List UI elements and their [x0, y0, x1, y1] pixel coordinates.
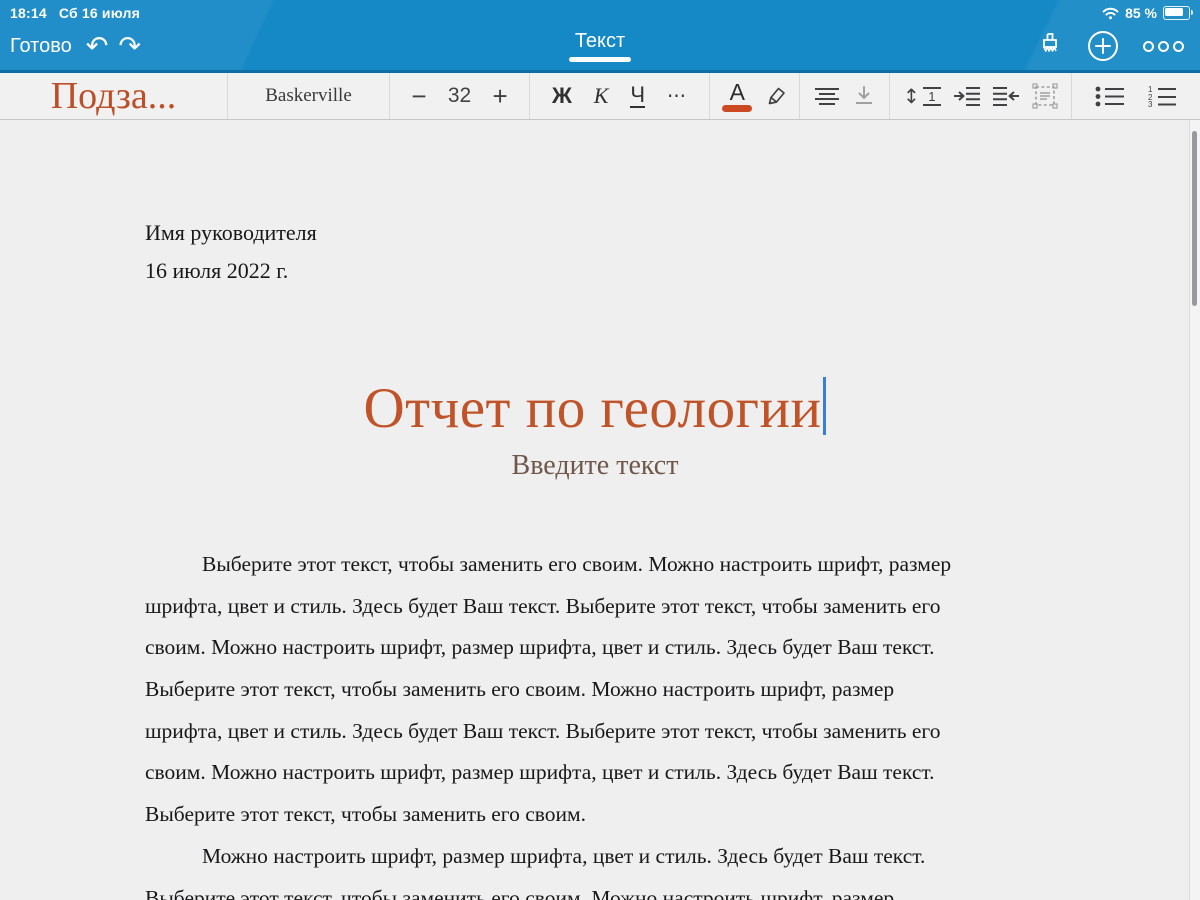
done-button[interactable]: Готово [10, 35, 72, 58]
status-date: Сб 16 июля [59, 5, 140, 21]
body-line: своим. Можно настроить шрифт, размер шри… [145, 627, 1075, 669]
font-size-group: − 32 + [390, 73, 530, 119]
text-color-button[interactable]: A [722, 81, 752, 112]
undo-icon[interactable]: ↶ [86, 33, 109, 60]
body-text[interactable]: Выберите этот текст, чтобы заменить его … [145, 544, 1075, 900]
doc-title[interactable]: Отчет по геологии [364, 377, 822, 440]
more-format-button[interactable]: ⋯ [667, 85, 687, 108]
body-line: Можно настроить шрифт, размер шрифта, цв… [145, 836, 1075, 878]
format-brush-icon[interactable] [1037, 32, 1063, 60]
doc-author-line[interactable]: Имя руководителя [145, 220, 317, 246]
doc-subtitle-placeholder[interactable]: Введите текст [0, 450, 1190, 482]
line-spacing-button[interactable]: ↕ 1 [903, 84, 941, 108]
text-color-swatch [722, 105, 752, 112]
status-right: 85 % [1102, 1, 1190, 21]
paragraph-style-label: Подза... [51, 76, 177, 116]
indent-increase-icon[interactable] [954, 86, 980, 106]
doc-title-row[interactable]: Отчет по геологии [0, 376, 1190, 441]
document-canvas[interactable]: Имя руководителя 16 июля 2022 г. Отчет п… [0, 120, 1200, 900]
body-line: своим. Можно настроить шрифт, размер шри… [145, 752, 1075, 794]
doc-date-line[interactable]: 16 июля 2022 г. [145, 258, 288, 284]
status-time: 18:14 [10, 5, 47, 21]
pages-app-screen: 18:14 Сб 16 июля 85 % Готово [0, 0, 1200, 900]
svg-text:3: 3 [1148, 100, 1153, 107]
battery-icon [1163, 6, 1190, 20]
nav-left: Готово ↶ ↷ [0, 33, 141, 60]
font-size-increase-button[interactable]: + [492, 81, 507, 112]
status-bar: 18:14 Сб 16 июля 85 % [0, 0, 1200, 22]
body-line: шрифта, цвет и стиль. Здесь будет Ваш те… [145, 711, 1075, 753]
status-left: 18:14 Сб 16 июля [10, 1, 140, 21]
nav-right [1037, 22, 1200, 70]
battery-percent: 85 % [1125, 5, 1157, 21]
undo-redo-group: ↶ ↷ [86, 33, 141, 60]
font-size-decrease-button[interactable]: − [411, 81, 426, 112]
body-line: Выберите этот текст, чтобы заменить его … [145, 878, 1075, 900]
font-button[interactable]: Baskerville [228, 73, 390, 119]
vertical-align-button[interactable] [854, 86, 874, 106]
list-group: 1 2 3 [1072, 73, 1200, 119]
body-line: Выберите этот текст, чтобы заменить его … [145, 669, 1075, 711]
body-line: Выберите этот текст, чтобы заменить его … [145, 544, 1075, 586]
more-options-icon[interactable] [1143, 41, 1184, 52]
body-line: шрифта, цвет и стиль. Здесь будет Ваш те… [145, 586, 1075, 628]
color-group: A [710, 73, 800, 119]
font-name-label: Baskerville [265, 85, 352, 107]
header: 18:14 Сб 16 июля 85 % Готово [0, 0, 1200, 70]
text-color-label: A [730, 81, 745, 103]
text-cursor [823, 377, 826, 435]
body-line: Выберите этот текст, чтобы заменить его … [145, 794, 1075, 836]
alignment-group [800, 73, 890, 119]
text-align-button[interactable] [815, 87, 839, 106]
bold-button[interactable]: Ж [552, 83, 572, 109]
spacing-box: 1 [923, 87, 941, 106]
font-size-value[interactable]: 32 [448, 84, 471, 108]
text-format-group: Ж К Ч ⋯ [530, 73, 710, 119]
highlighter-icon[interactable] [765, 85, 787, 107]
nav-bar: Готово ↶ ↷ [0, 22, 1200, 70]
italic-button[interactable]: К [594, 83, 609, 109]
spacing-indent-group: ↕ 1 [890, 73, 1072, 119]
updown-arrow-icon: ↕ [903, 84, 920, 108]
insert-plus-icon[interactable] [1087, 30, 1119, 62]
underline-button[interactable]: Ч [630, 84, 645, 108]
indent-decrease-icon[interactable] [993, 86, 1019, 106]
line-spacing-value: 1 [928, 90, 935, 103]
bullet-list-icon[interactable] [1095, 86, 1125, 107]
redo-icon[interactable]: ↷ [118, 33, 141, 60]
text-box-icon[interactable] [1032, 83, 1058, 109]
numbered-list-icon[interactable]: 1 2 3 [1147, 85, 1177, 107]
scrollbar-thumb[interactable] [1192, 131, 1197, 306]
paragraph-style-button[interactable]: Подза... [0, 73, 228, 119]
formatting-toolbar: Подза... Baskerville − 32 + Ж К Ч ⋯ A [0, 73, 1200, 120]
wifi-icon [1102, 7, 1119, 20]
